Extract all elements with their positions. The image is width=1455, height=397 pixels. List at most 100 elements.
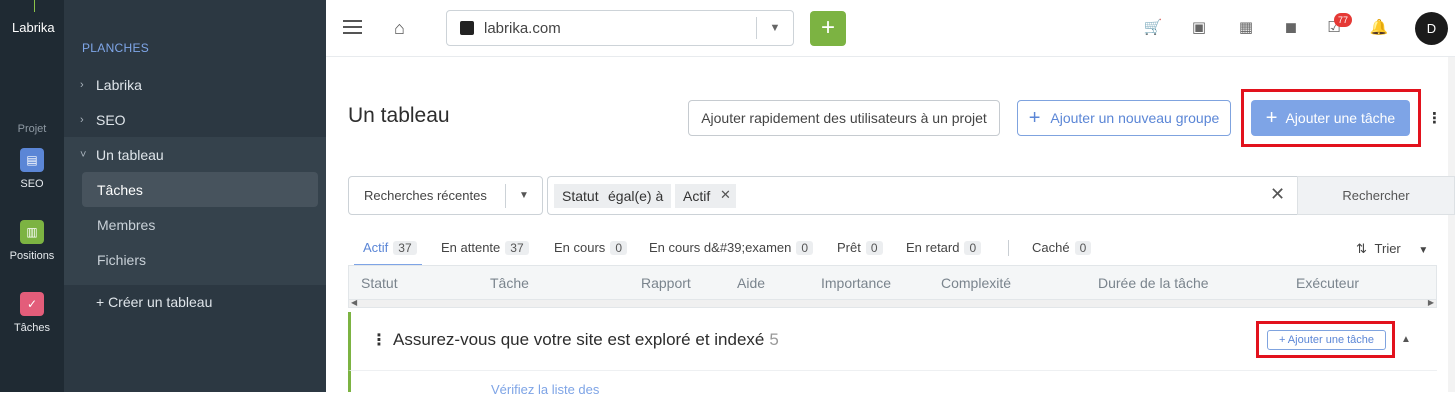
chevron-down-icon[interactable]: ▼ bbox=[757, 22, 793, 34]
rail-item-label: SEO bbox=[20, 178, 44, 190]
site-selector[interactable]: labrika.com ▼ bbox=[446, 10, 794, 46]
add-group-label: Ajouter un nouveau groupe bbox=[1050, 110, 1220, 126]
tab-actif[interactable]: Actif 37 bbox=[363, 240, 417, 255]
sidebar-item-fichiers[interactable]: Fichiers bbox=[82, 242, 318, 277]
column-header[interactable]: Statut bbox=[361, 275, 398, 291]
highlight-box bbox=[1241, 89, 1421, 147]
notification-count-badge: 77 bbox=[1334, 13, 1352, 27]
check-icon: ✓ bbox=[20, 292, 44, 316]
column-header[interactable]: Tâche bbox=[490, 275, 529, 291]
chart-icon: ▥ bbox=[20, 220, 44, 244]
chevron-down-icon[interactable]: ▼ bbox=[506, 190, 542, 201]
filter-chip-operator[interactable]: égal(e) à bbox=[602, 184, 672, 208]
clipboard-icon: ▤ bbox=[20, 148, 44, 172]
board-item-un-tableau[interactable]: ˅ Un tableau bbox=[64, 137, 326, 172]
vertical-scrollbar[interactable] bbox=[1448, 57, 1455, 392]
group-title-text: Assurez-vous que votre site est exploré … bbox=[393, 330, 765, 349]
column-header[interactable]: Aide bbox=[737, 275, 765, 291]
tab-en-retard[interactable]: En retard 0 bbox=[906, 240, 982, 255]
scroll-left-icon[interactable]: ◀ bbox=[351, 298, 357, 307]
rail-item-positions[interactable]: ▥ Positions bbox=[0, 220, 64, 262]
sidebar-item-membres[interactable]: Membres bbox=[82, 207, 318, 242]
highlight-box bbox=[1256, 321, 1395, 358]
tab-label: Caché bbox=[1032, 240, 1070, 255]
board-label: SEO bbox=[96, 111, 126, 128]
more-options-icon[interactable]: ⋮ bbox=[1427, 109, 1442, 127]
tab-count: 37 bbox=[393, 241, 417, 255]
page-title: Un tableau bbox=[348, 104, 450, 127]
quick-add-users-button[interactable]: Ajouter rapidement des utilisateurs à un… bbox=[688, 100, 1000, 136]
rail-section-label: Projet bbox=[17, 123, 47, 135]
close-icon[interactable]: ✕ bbox=[720, 187, 731, 203]
add-group-button[interactable]: + Ajouter un nouveau groupe bbox=[1017, 100, 1231, 136]
tab-divider bbox=[1008, 240, 1009, 256]
wallet-icon[interactable]: ▣ bbox=[1189, 18, 1209, 38]
recent-searches-label: Recherches récentes bbox=[364, 188, 487, 203]
sort-control[interactable]: ⇅ Trier ▼ bbox=[1356, 241, 1428, 257]
column-header[interactable]: Complexité bbox=[941, 275, 1011, 291]
rail-item-label: Positions bbox=[9, 250, 55, 262]
filter-chip-value-label: Actif bbox=[683, 188, 711, 204]
plus-icon: + bbox=[1028, 106, 1041, 129]
tab-label: En retard bbox=[906, 240, 960, 255]
tab-pret[interactable]: Prêt 0 bbox=[837, 240, 883, 255]
avatar[interactable]: D bbox=[1415, 12, 1448, 45]
filter-input[interactable]: Statut égal(e) à Actif ✕ ✕ bbox=[547, 176, 1297, 215]
group-title: Assurez-vous que votre site est exploré … bbox=[393, 330, 779, 350]
tab-count: 0 bbox=[964, 241, 982, 255]
brand-logo[interactable]: Labrika bbox=[12, 20, 55, 35]
column-header[interactable]: Durée de la tâche bbox=[1098, 275, 1209, 291]
bell-icon[interactable]: 🔔 bbox=[1369, 18, 1389, 38]
tab-label: En attente bbox=[441, 240, 501, 255]
task-link[interactable]: Vérifiez la liste des bbox=[491, 382, 599, 397]
rail-item-seo[interactable]: ▤ SEO bbox=[0, 148, 64, 190]
group-menu-icon[interactable]: ⋮ bbox=[371, 330, 387, 350]
tab-count: 37 bbox=[505, 241, 529, 255]
sidebar-heading: PLANCHES bbox=[82, 41, 150, 55]
chevron-down-icon: ▼ bbox=[1418, 245, 1429, 256]
cart-icon[interactable]: 🛒 bbox=[1143, 18, 1163, 38]
scroll-right-icon[interactable]: ▶ bbox=[1428, 298, 1434, 307]
add-button[interactable]: + bbox=[810, 11, 846, 46]
brand-accent-line bbox=[34, 0, 35, 12]
collapse-group-icon[interactable]: ▲ bbox=[1401, 334, 1411, 345]
sort-label: Trier bbox=[1374, 241, 1401, 256]
tab-count: 0 bbox=[865, 241, 883, 255]
tab-label: En cours bbox=[554, 240, 606, 255]
board-item-seo[interactable]: › SEO bbox=[64, 102, 326, 137]
boards-sidebar: PLANCHES › Labrika › SEO ˅ Un tableau Tâ… bbox=[64, 0, 326, 392]
sidebar-item-taches[interactable]: Tâches bbox=[82, 172, 318, 207]
recent-searches-select[interactable]: Recherches récentes ▼ bbox=[348, 176, 543, 215]
tab-count: 0 bbox=[1074, 241, 1092, 255]
filter-chip-field[interactable]: Statut bbox=[554, 184, 607, 208]
chevron-down-icon: ˅ bbox=[80, 148, 87, 161]
calendar-icon[interactable]: ▦ bbox=[1236, 18, 1256, 38]
table-header: Statut Tâche Rapport Aide Importance Com… bbox=[348, 265, 1437, 300]
column-header[interactable]: Exécuteur bbox=[1296, 275, 1359, 291]
tab-en-cours[interactable]: En cours 0 bbox=[554, 240, 627, 255]
tab-en-cours-examen[interactable]: En cours d&#39;examen 0 bbox=[649, 240, 814, 255]
create-board-link[interactable]: + Créer un tableau bbox=[64, 284, 326, 319]
clear-filter-icon[interactable]: ✕ bbox=[1270, 184, 1285, 205]
home-icon[interactable]: ⌂ bbox=[394, 18, 405, 39]
app-rail: Labrika Projet ▤ SEO ▥ Positions ✓ Tâche… bbox=[0, 0, 64, 392]
chevron-right-icon: › bbox=[80, 113, 84, 126]
rail-item-taches[interactable]: ✓ Tâches bbox=[0, 292, 64, 334]
tab-label: Prêt bbox=[837, 240, 861, 255]
board-item-labrika[interactable]: › Labrika bbox=[64, 67, 326, 102]
tab-cache[interactable]: Caché 0 bbox=[1032, 240, 1092, 255]
rail-item-label: Tâches bbox=[13, 322, 51, 334]
menu-icon[interactable] bbox=[343, 20, 362, 38]
board-label: Labrika bbox=[96, 76, 142, 93]
group-count: 5 bbox=[769, 330, 779, 349]
tab-en-attente[interactable]: En attente 37 bbox=[441, 240, 529, 255]
tab-label: En cours d&#39;examen bbox=[649, 240, 792, 255]
column-header[interactable]: Importance bbox=[821, 275, 891, 291]
column-header[interactable]: Rapport bbox=[641, 275, 691, 291]
tab-count: 0 bbox=[796, 241, 814, 255]
chat-icon[interactable]: ◼ bbox=[1281, 18, 1301, 38]
site-name: labrika.com bbox=[484, 19, 561, 37]
search-button[interactable]: Rechercher bbox=[1297, 176, 1455, 215]
horizontal-scrollbar[interactable]: ◀ ▶ bbox=[348, 298, 1437, 308]
tab-label: Actif bbox=[363, 240, 389, 255]
